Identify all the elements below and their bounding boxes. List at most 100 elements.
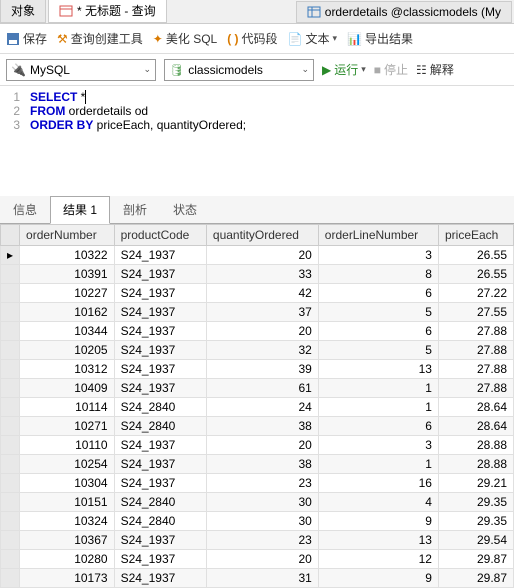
cell[interactable]: 10254	[20, 455, 115, 474]
cell[interactable]: S24_1937	[114, 379, 206, 398]
table-row[interactable]: 10110S24_193720328.88	[1, 436, 514, 455]
cell[interactable]: 27.55	[438, 303, 513, 322]
cell[interactable]: S24_1937	[114, 436, 206, 455]
cell[interactable]: 33	[206, 265, 318, 284]
save-button[interactable]: 保存	[6, 30, 47, 47]
cell[interactable]: 10322	[20, 246, 115, 265]
table-row[interactable]: 10173S24_193731929.87	[1, 569, 514, 588]
cell[interactable]: 10110	[20, 436, 115, 455]
column-header[interactable]: priceEach	[438, 225, 513, 246]
cell[interactable]: 29.54	[438, 531, 513, 550]
cell[interactable]: S24_1937	[114, 474, 206, 493]
run-button[interactable]: ▶运行▾	[322, 61, 366, 78]
cell[interactable]: 28.64	[438, 417, 513, 436]
tab-info[interactable]: 信息	[0, 196, 50, 223]
tab-orderdetails[interactable]: orderdetails @classicmodels (My	[296, 1, 512, 23]
database-combo[interactable]: 🛢classicmodels ⌄	[164, 59, 314, 81]
cell[interactable]: 6	[318, 322, 438, 341]
cell[interactable]: 20	[206, 550, 318, 569]
cell[interactable]: S24_1937	[114, 341, 206, 360]
table-row[interactable]: 10114S24_284024128.64	[1, 398, 514, 417]
cell[interactable]: 5	[318, 341, 438, 360]
text-button[interactable]: 📄文本▾	[288, 30, 338, 47]
column-header[interactable]: orderNumber	[20, 225, 115, 246]
cell[interactable]: 10367	[20, 531, 115, 550]
explain-button[interactable]: ☷解释	[416, 61, 454, 78]
cell[interactable]: 1	[318, 398, 438, 417]
cell[interactable]: 28.64	[438, 398, 513, 417]
cell[interactable]: 3	[318, 246, 438, 265]
cell[interactable]: 8	[318, 265, 438, 284]
cell[interactable]: 10409	[20, 379, 115, 398]
cell[interactable]: 27.88	[438, 341, 513, 360]
table-row[interactable]: 10312S24_1937391327.88	[1, 360, 514, 379]
table-row[interactable]: 10367S24_1937231329.54	[1, 531, 514, 550]
driver-combo[interactable]: 🔌MySQL ⌄	[6, 59, 156, 81]
cell[interactable]: 4	[318, 493, 438, 512]
stop-button[interactable]: ■停止	[374, 61, 408, 78]
cell[interactable]: 10324	[20, 512, 115, 531]
snippets-button[interactable]: ( )代码段	[227, 30, 277, 47]
cell[interactable]: 30	[206, 493, 318, 512]
cell[interactable]: 20	[206, 246, 318, 265]
table-row[interactable]: 10151S24_284030429.35	[1, 493, 514, 512]
cell[interactable]: 9	[318, 512, 438, 531]
cell[interactable]: 16	[318, 474, 438, 493]
table-row[interactable]: 10205S24_193732527.88	[1, 341, 514, 360]
cell[interactable]: 10312	[20, 360, 115, 379]
cell[interactable]: 26.55	[438, 246, 513, 265]
cell[interactable]: 27.22	[438, 284, 513, 303]
cell[interactable]: S24_2840	[114, 493, 206, 512]
cell[interactable]: 3	[318, 436, 438, 455]
cell[interactable]: S24_1937	[114, 284, 206, 303]
cell[interactable]: 26.55	[438, 265, 513, 284]
sql-editor[interactable]: 1SELECT * 2FROM orderdetails od 3ORDER B…	[0, 86, 514, 156]
query-builder-button[interactable]: ⚒查询创建工具	[57, 30, 143, 47]
cell[interactable]: 5	[318, 303, 438, 322]
cell[interactable]: 10227	[20, 284, 115, 303]
cell[interactable]: 10271	[20, 417, 115, 436]
cell[interactable]: 6	[318, 284, 438, 303]
cell[interactable]: S24_1937	[114, 303, 206, 322]
cell[interactable]: 10151	[20, 493, 115, 512]
cell[interactable]: 32	[206, 341, 318, 360]
cell[interactable]: 10391	[20, 265, 115, 284]
cell[interactable]: 10304	[20, 474, 115, 493]
cell[interactable]: 10114	[20, 398, 115, 417]
table-row[interactable]: 10227S24_193742627.22	[1, 284, 514, 303]
tab-status[interactable]: 状态	[160, 196, 210, 223]
cell[interactable]: 10205	[20, 341, 115, 360]
cell[interactable]: 42	[206, 284, 318, 303]
cell[interactable]: 20	[206, 322, 318, 341]
cell[interactable]: 10344	[20, 322, 115, 341]
cell[interactable]: S24_2840	[114, 512, 206, 531]
cell[interactable]: 20	[206, 436, 318, 455]
cell[interactable]: S24_1937	[114, 360, 206, 379]
cell[interactable]: 23	[206, 531, 318, 550]
table-row[interactable]: 10162S24_193737527.55	[1, 303, 514, 322]
table-row[interactable]: 10324S24_284030929.35	[1, 512, 514, 531]
table-row[interactable]: 10344S24_193720627.88	[1, 322, 514, 341]
cell[interactable]: 1	[318, 379, 438, 398]
cell[interactable]: 13	[318, 360, 438, 379]
result-grid[interactable]: orderNumberproductCodequantityOrderedord…	[0, 224, 514, 588]
cell[interactable]: 10162	[20, 303, 115, 322]
column-header[interactable]: orderLineNumber	[318, 225, 438, 246]
cell[interactable]: 27.88	[438, 379, 513, 398]
cell[interactable]: S24_1937	[114, 265, 206, 284]
table-row[interactable]: 10409S24_193761127.88	[1, 379, 514, 398]
cell[interactable]: 37	[206, 303, 318, 322]
cell[interactable]: 29.21	[438, 474, 513, 493]
beautify-button[interactable]: ✦美化 SQL	[153, 30, 217, 47]
cell[interactable]: S24_1937	[114, 550, 206, 569]
cell[interactable]: S24_2840	[114, 398, 206, 417]
column-header[interactable]: quantityOrdered	[206, 225, 318, 246]
cell[interactable]: 1	[318, 455, 438, 474]
cell[interactable]: 10173	[20, 569, 115, 588]
column-header[interactable]: productCode	[114, 225, 206, 246]
cell[interactable]: 10280	[20, 550, 115, 569]
cell[interactable]: 29.87	[438, 550, 513, 569]
table-row[interactable]: 10304S24_1937231629.21	[1, 474, 514, 493]
tab-objects[interactable]: 对象	[0, 0, 46, 23]
table-row[interactable]: 10271S24_284038628.64	[1, 417, 514, 436]
